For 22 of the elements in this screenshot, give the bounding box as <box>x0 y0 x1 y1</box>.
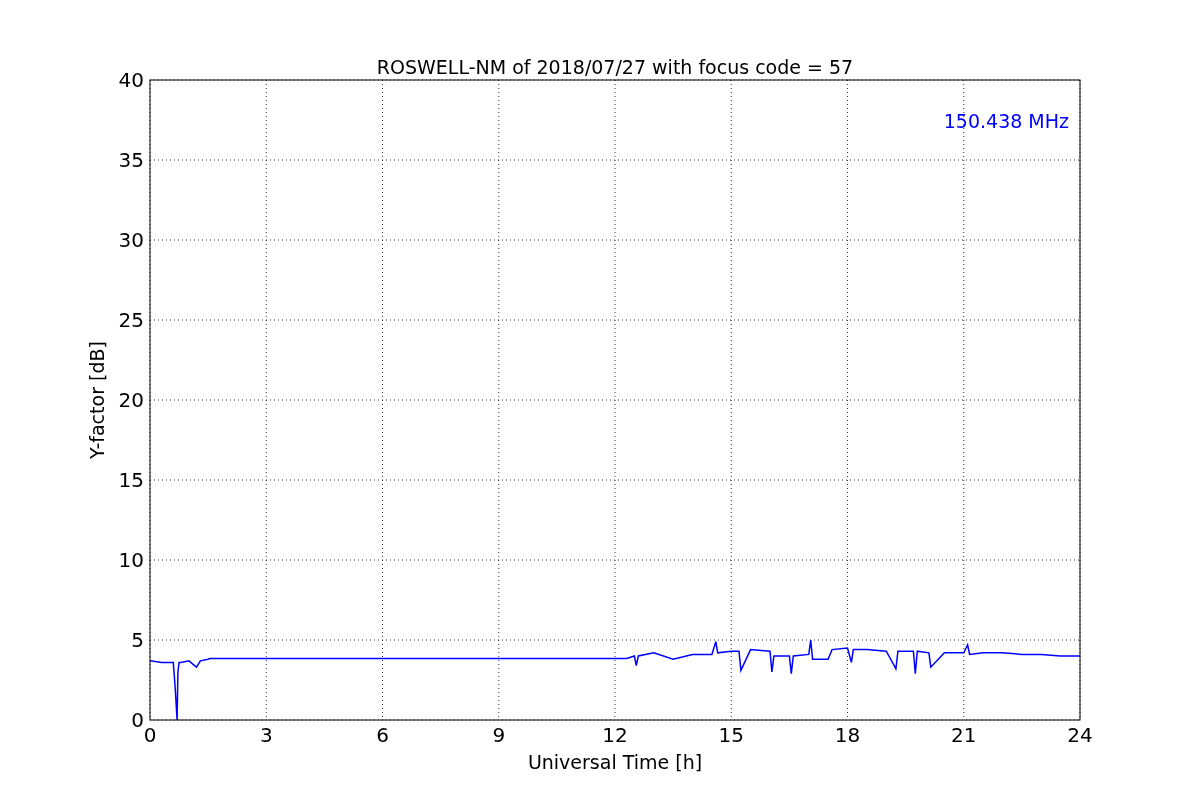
x-tick-label: 21 <box>951 723 977 747</box>
y-axis-label: Y-factor [dB] <box>86 341 108 459</box>
x-tick-label: 15 <box>718 723 744 747</box>
y-tick-label: 30 <box>118 228 144 252</box>
y-tick-label: 10 <box>118 548 144 572</box>
y-tick-label: 0 <box>131 708 144 732</box>
x-tick-label: 9 <box>492 723 506 747</box>
chart-title: ROSWELL-NM of 2018/07/27 with focus code = 57 <box>376 56 854 78</box>
x-tick-label: 18 <box>834 723 861 747</box>
y-tick-label: 25 <box>118 308 144 332</box>
series-label: 150.438 MHz <box>943 110 1069 132</box>
x-tick-label: 6 <box>376 723 389 747</box>
y-tick-label: 35 <box>118 148 144 172</box>
x-tick-label: 12 <box>602 723 628 747</box>
y-tick-label: 15 <box>118 468 144 492</box>
y-tick-label: 20 <box>118 388 144 412</box>
x-tick-label: 3 <box>259 723 273 747</box>
y-tick-label: 5 <box>131 628 144 652</box>
y-tick-label: 40 <box>118 68 144 92</box>
x-tick-label: 24 <box>1067 723 1093 747</box>
x-axis-label: Universal Time [h] <box>527 751 703 773</box>
x-tick-label: 0 <box>143 723 157 747</box>
